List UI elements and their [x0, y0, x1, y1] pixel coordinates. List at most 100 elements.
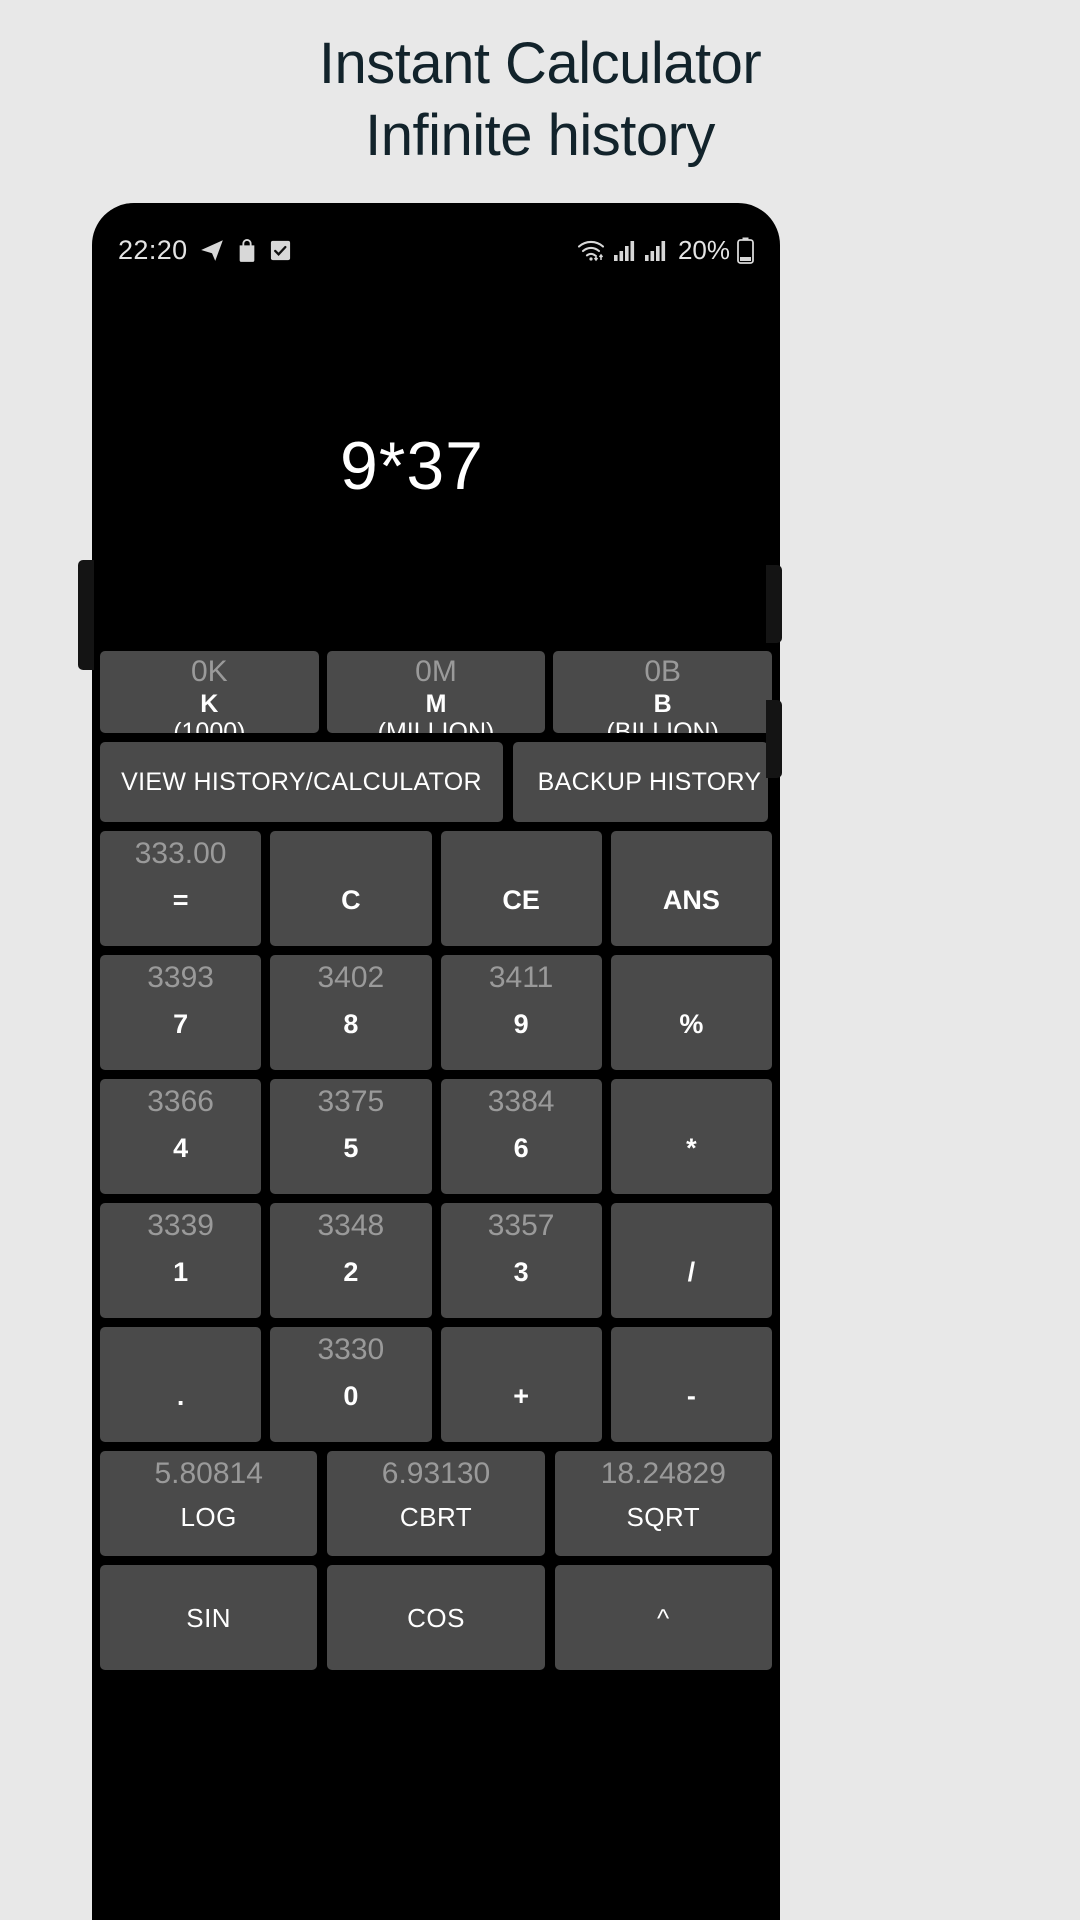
keypad-row-3: 3366 4 3375 5 3384 6 *	[92, 1079, 780, 1194]
key-cbrt-label: CBRT	[399, 1501, 473, 1532]
unit-key-k[interactable]: 0K K (1000)	[100, 651, 319, 733]
key-6-history: 3384	[487, 1085, 555, 1118]
backup-history-button[interactable]: BACKUP HISTORY	[513, 742, 768, 822]
key-ans[interactable]: ANS	[610, 831, 772, 946]
key-3-history: 3357	[487, 1209, 555, 1242]
key-plus-label: +	[513, 1380, 530, 1411]
key-sqrt[interactable]: 18.24829 SQRT	[554, 1451, 772, 1556]
key-sin[interactable]: SIN	[100, 1565, 318, 1670]
battery-icon	[737, 237, 754, 264]
key-log-label: LOG	[180, 1501, 237, 1532]
key-cos[interactable]: COS	[327, 1565, 545, 1670]
key-0-label: 0	[343, 1380, 359, 1411]
display-expression: 9*37	[340, 428, 484, 504]
key-minus[interactable]: -	[610, 1327, 772, 1442]
key-clear-entry-label: CE	[502, 884, 540, 915]
shopping-bag-icon	[236, 238, 258, 262]
phone-power-button	[766, 565, 782, 643]
unit-key-m-history: 0M	[415, 655, 457, 688]
key-5[interactable]: 3375 5	[270, 1079, 432, 1194]
key-2[interactable]: 3348 2	[270, 1203, 432, 1318]
status-bar-right: 20%	[576, 235, 754, 266]
key-2-label: 2	[343, 1256, 359, 1287]
promo-screenshot: Instant Calculator Infinite history 22:2…	[0, 0, 1080, 1920]
status-bar-left: 22:20	[118, 235, 292, 266]
key-cos-label: COS	[407, 1602, 465, 1633]
key-1[interactable]: 3339 1	[100, 1203, 262, 1318]
key-multiply-label: *	[686, 1132, 697, 1163]
unit-key-b-history: 0B	[644, 655, 682, 688]
signal-icon-1	[613, 239, 637, 262]
unit-key-m[interactable]: 0M M (MILLION)	[326, 651, 546, 733]
key-power-label: ^	[656, 1602, 670, 1633]
key-0[interactable]: 3330 0	[270, 1327, 432, 1442]
key-equals-label: =	[172, 884, 189, 915]
key-5-history: 3375	[317, 1085, 385, 1118]
keypad: 0K K (1000) 0M M (MILLION) 0B B (BILLION…	[92, 651, 780, 1679]
sci-row-2: SIN COS ^	[92, 1565, 780, 1670]
key-8-history: 3402	[317, 961, 385, 994]
unit-key-k-sub: (1000)	[173, 718, 246, 733]
unit-key-m-sub: (MILLION)	[377, 718, 495, 733]
key-4[interactable]: 3366 4	[100, 1079, 262, 1194]
key-8-label: 8	[343, 1008, 359, 1039]
key-equals[interactable]: 333.00 =	[100, 831, 262, 946]
key-2-history: 3348	[317, 1209, 385, 1242]
status-bar: 22:20 20%	[92, 227, 780, 273]
key-6[interactable]: 3384 6	[440, 1079, 602, 1194]
key-decimal[interactable]: .	[100, 1327, 262, 1442]
key-percent-label: %	[679, 1008, 704, 1039]
history-action-row: VIEW HISTORY/CALCULATOR BACKUP HISTORY	[92, 742, 780, 822]
page-title: Instant Calculator Infinite history	[0, 28, 1080, 172]
unit-row: 0K K (1000) 0M M (MILLION) 0B B (BILLION…	[92, 651, 780, 733]
key-log-history: 5.80814	[154, 1457, 263, 1490]
key-7-history: 3393	[147, 961, 214, 994]
key-4-label: 4	[173, 1132, 189, 1163]
key-sin-label: SIN	[186, 1602, 232, 1633]
keypad-row-5: . 3330 0 + -	[92, 1327, 780, 1442]
key-7[interactable]: 3393 7	[100, 955, 262, 1070]
keypad-row-1: 333.00 = C CE ANS	[92, 831, 780, 946]
telegram-icon	[199, 237, 225, 263]
key-multiply[interactable]: *	[610, 1079, 772, 1194]
key-log[interactable]: 5.80814 LOG	[100, 1451, 318, 1556]
key-equals-history: 333.00	[134, 837, 227, 870]
key-power[interactable]: ^	[554, 1565, 772, 1670]
key-9[interactable]: 3411 9	[440, 955, 602, 1070]
checkbox-icon	[269, 239, 292, 262]
sci-row-1: 5.80814 LOG 6.93130 CBRT 18.24829 SQRT	[92, 1451, 780, 1556]
unit-key-b[interactable]: 0B B (BILLION)	[553, 651, 773, 733]
key-clear[interactable]: C	[270, 831, 432, 946]
key-1-label: 1	[173, 1256, 189, 1287]
phone-volume-button	[78, 560, 94, 670]
key-divide[interactable]: /	[610, 1203, 772, 1318]
keypad-row-2: 3393 7 3402 8 3411 9 %	[92, 955, 780, 1070]
battery-percent-text: 20%	[677, 234, 730, 265]
key-8[interactable]: 3402 8	[270, 955, 432, 1070]
signal-icon-2	[644, 239, 668, 262]
keypad-row-4: 3339 1 3348 2 3357 3 /	[92, 1203, 780, 1318]
phone-frame: 22:20 20% 9*37 0K K (1000) 0M M (MILLION…	[92, 203, 780, 1920]
headline-line-2: Infinite history	[365, 103, 715, 168]
key-cbrt[interactable]: 6.93130 CBRT	[327, 1451, 545, 1556]
backup-history-label: BACKUP HISTORY	[537, 768, 762, 796]
key-1-history: 3339	[147, 1209, 214, 1242]
key-clear-entry[interactable]: CE	[440, 831, 602, 946]
key-5-label: 5	[343, 1132, 359, 1163]
key-6-label: 6	[513, 1132, 529, 1163]
key-3[interactable]: 3357 3	[440, 1203, 602, 1318]
unit-key-m-symbol: M	[425, 690, 447, 718]
unit-key-b-symbol: B	[653, 690, 672, 718]
calculator-display: 9*37	[92, 281, 780, 651]
key-9-history: 3411	[488, 961, 554, 994]
key-plus[interactable]: +	[440, 1327, 602, 1442]
key-percent[interactable]: %	[610, 955, 772, 1070]
view-history-calculator-button[interactable]: VIEW HISTORY/CALCULATOR	[100, 742, 503, 822]
key-0-history: 3330	[317, 1333, 385, 1366]
unit-key-b-sub: (BILLION)	[606, 718, 719, 733]
key-divide-label: /	[687, 1256, 696, 1287]
key-9-label: 9	[513, 1008, 529, 1039]
key-clear-label: C	[341, 884, 361, 915]
key-sqrt-history: 18.24829	[600, 1457, 726, 1490]
key-4-history: 3366	[147, 1085, 214, 1118]
